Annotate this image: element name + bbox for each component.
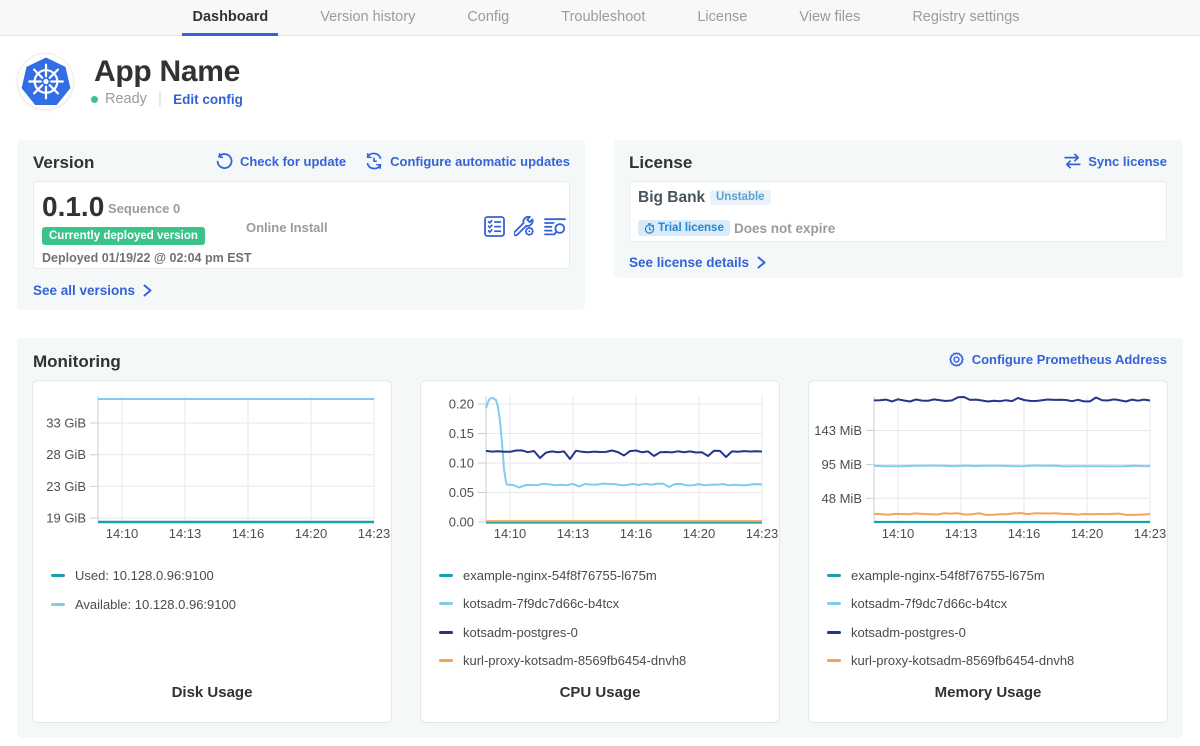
- svg-text:14:16: 14:16: [232, 526, 265, 541]
- svg-text:0.10: 0.10: [449, 456, 474, 471]
- svg-text:14:13: 14:13: [945, 526, 978, 541]
- svg-text:14:13: 14:13: [557, 526, 590, 541]
- svg-text:0.20: 0.20: [449, 397, 474, 412]
- svg-text:143 MiB: 143 MiB: [814, 423, 862, 438]
- svg-text:14:13: 14:13: [169, 526, 202, 541]
- svg-text:14:23: 14:23: [746, 526, 779, 541]
- svg-text:14:23: 14:23: [358, 526, 391, 541]
- svg-text:14:20: 14:20: [295, 526, 328, 541]
- svg-text:14:10: 14:10: [882, 526, 915, 541]
- svg-text:28 GiB: 28 GiB: [46, 447, 86, 462]
- svg-text:14:20: 14:20: [683, 526, 716, 541]
- svg-text:48 MiB: 48 MiB: [822, 491, 862, 506]
- svg-text:33 GiB: 33 GiB: [46, 416, 86, 431]
- svg-text:14:23: 14:23: [1134, 526, 1167, 541]
- svg-text:14:10: 14:10: [106, 526, 139, 541]
- svg-text:14:20: 14:20: [1071, 526, 1104, 541]
- svg-text:14:16: 14:16: [620, 526, 653, 541]
- svg-text:14:16: 14:16: [1008, 526, 1041, 541]
- svg-text:0.05: 0.05: [449, 485, 474, 500]
- svg-text:0.00: 0.00: [449, 515, 474, 530]
- svg-text:19 GiB: 19 GiB: [46, 511, 86, 526]
- svg-text:14:10: 14:10: [494, 526, 527, 541]
- svg-text:0.15: 0.15: [449, 426, 474, 441]
- svg-text:95 MiB: 95 MiB: [822, 457, 862, 472]
- svg-text:23 GiB: 23 GiB: [46, 479, 86, 494]
